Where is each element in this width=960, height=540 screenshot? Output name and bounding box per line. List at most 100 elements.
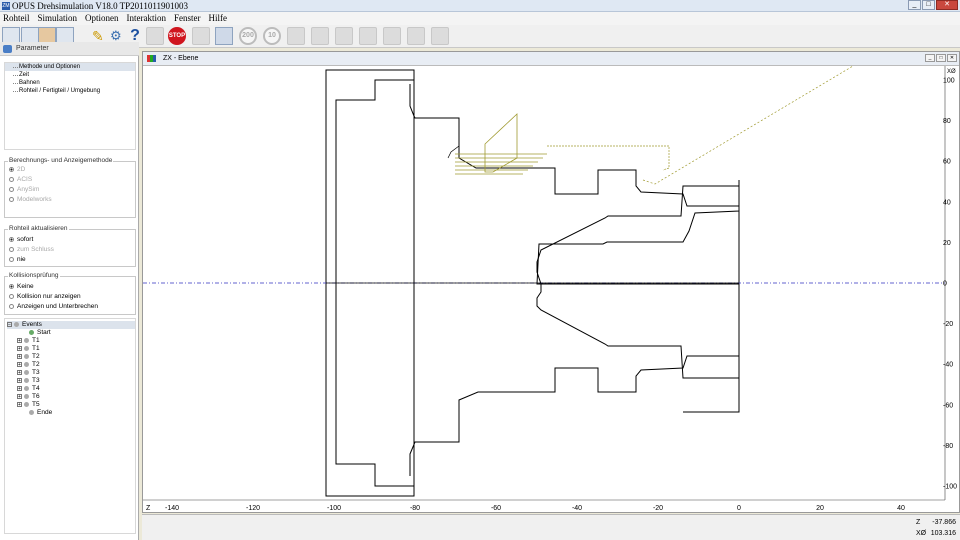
z-axis-label: Z [146, 505, 151, 512]
z-tick-label: -120 [246, 505, 260, 512]
tool-list-icon[interactable] [407, 27, 425, 45]
menu-fenster[interactable]: Fenster [174, 12, 201, 25]
method-group-title: Berechnungs- und Anzeigemethode [8, 157, 114, 164]
menu-hilfe[interactable]: Hilfe [209, 12, 228, 25]
x-tick-label: 40 [943, 199, 951, 206]
step-icon[interactable] [192, 27, 210, 45]
z-tick-label: 40 [897, 505, 905, 512]
menu-rohteil[interactable]: Rohteil [3, 12, 30, 25]
status-bar: Z -37.866 XØ 103.316 [142, 514, 960, 540]
event-t5[interactable]: + T5 [17, 401, 40, 409]
event-t1-a[interactable]: + T1 [17, 337, 40, 345]
status-x-value: 103.316 [930, 530, 956, 537]
z-tick-label: -60 [491, 505, 501, 512]
parameter-tree: Methode und Optionen Zeit Bahnen Rohteil… [4, 62, 136, 150]
z-tick-label: -100 [327, 505, 341, 512]
tool-holder-icon[interactable] [335, 27, 353, 45]
speed-200-button[interactable]: 200 [239, 27, 257, 45]
camera-icon[interactable] [215, 27, 233, 45]
retract-path [642, 66, 854, 185]
speed-10-button[interactable]: 10 [263, 27, 281, 45]
tree-item-rohteil[interactable]: Rohteil / Fertigteil / Umgebung [5, 87, 135, 95]
maximize-button[interactable]: □ [922, 0, 935, 10]
stop-button[interactable]: STOP [168, 27, 186, 45]
radio-nie[interactable]: nie [9, 255, 26, 264]
menu-bar: Rohteil Simulation Optionen Interaktion … [0, 12, 960, 25]
parameter-panel: Parameter Methode und Optionen Zeit Bahn… [0, 42, 139, 540]
panel-title: Parameter [16, 45, 49, 52]
radio-acis[interactable]: ACIS [9, 175, 32, 184]
z-tick-label: -40 [572, 505, 582, 512]
window-title: OPUS Drehsimulation V18.0 TP201101190100… [12, 1, 189, 11]
method-group: Berechnungs- und Anzeigemethode 2D ACIS … [4, 157, 136, 218]
zx-plot[interactable]: -140 -120 -100 -80 -60 -40 -20 0 20 40 Z 100 80 60 40 2… [143, 66, 959, 512]
tool-offset-icon[interactable] [383, 27, 401, 45]
tool-change-icon[interactable] [311, 27, 329, 45]
x-tick-label: -100 [943, 484, 957, 491]
parameter-icon [3, 45, 12, 53]
radio-zum-schluss[interactable]: zum Schluss [9, 245, 54, 254]
upper-part-detail [447, 118, 460, 159]
axis-ticks: -140 -120 -100 -80 -60 -40 -20 0 20 40 Z 100 80 60 40 2… [146, 69, 957, 512]
toolbar: ✎ ⚙ ? STOP 200 10 [0, 25, 960, 48]
view-title: ZX - Ebene [163, 55, 199, 62]
event-t3-a[interactable]: + T3 [17, 369, 40, 377]
collision-group-title: Kollisionsprüfung [8, 272, 60, 279]
radio-2d[interactable]: 2D [9, 165, 25, 174]
radio-anysim[interactable]: AnySim [9, 185, 39, 194]
event-t1-b[interactable]: + T1 [17, 345, 40, 353]
tool-export-icon[interactable] [431, 27, 449, 45]
app-icon: ZM [2, 2, 10, 10]
status-z-value: -37.866 [932, 519, 956, 526]
x-tick-label: -40 [943, 362, 953, 369]
x-tick-label: -60 [943, 402, 953, 409]
close-button[interactable]: ✕ [936, 0, 958, 10]
event-start[interactable]: Start [29, 329, 51, 337]
event-t3-b[interactable]: + T3 [17, 377, 40, 385]
collision-group: Kollisionsprüfung Keine Kollision nur an… [4, 272, 136, 315]
title-bar: ZM OPUS Drehsimulation V18.0 TP201101190… [0, 0, 960, 12]
tool-turret-icon[interactable] [287, 27, 305, 45]
x-tick-label: 100 [943, 78, 955, 85]
event-t2-b[interactable]: + T2 [17, 361, 40, 369]
x-tick-label: -20 [943, 321, 953, 328]
x-tick-label: 0 [943, 281, 947, 288]
rewind-icon[interactable] [146, 27, 164, 45]
tree-item-bahnen[interactable]: Bahnen [5, 79, 135, 87]
z-tick-label: -80 [410, 505, 420, 512]
radio-sofort[interactable]: sofort [9, 235, 33, 244]
status-x: XØ 103.316 [912, 528, 958, 539]
radio-kollision-anzeigen[interactable]: Kollision nur anzeigen [9, 292, 81, 301]
minimize-button[interactable]: _ [908, 0, 921, 10]
menu-simulation[interactable]: Simulation [38, 12, 78, 25]
radio-keine[interactable]: Keine [9, 282, 34, 291]
bore-contour [536, 185, 739, 379]
view-title-bar: ZX - Ebene _ □ ✕ [143, 52, 959, 66]
radio-unterbrechen[interactable]: Anzeigen und Unterbrechen [9, 302, 98, 311]
tree-item-methode[interactable]: Methode und Optionen [5, 63, 135, 71]
event-t4[interactable]: + T4 [17, 385, 40, 393]
rapid-move-box [547, 145, 670, 171]
status-z-label: Z [916, 519, 921, 526]
x-tick-label: 60 [943, 159, 951, 166]
update-group: Rohteil aktualisieren sofort zum Schluss… [4, 225, 136, 267]
events-root[interactable]: − Events [7, 321, 135, 329]
menu-optionen[interactable]: Optionen [85, 12, 119, 25]
tool-path-icon[interactable] [359, 27, 377, 45]
view-restore-button[interactable]: □ [936, 54, 946, 62]
update-group-title: Rohteil aktualisieren [8, 225, 69, 232]
radio-modelworks[interactable]: Modelworks [9, 195, 52, 204]
menu-interaktion[interactable]: Interaktion [127, 12, 167, 25]
view-close-button[interactable]: ✕ [947, 54, 957, 62]
view-minimize-button[interactable]: _ [925, 54, 935, 62]
x-tick-label: 20 [943, 240, 951, 247]
event-t6[interactable]: + T6 [17, 393, 40, 401]
panel-header: Parameter [0, 42, 139, 56]
z-tick-label: -140 [165, 505, 179, 512]
zx-view-window: ZX - Ebene _ □ ✕ -140 -120 -100 -80 -60 -40 -2… [142, 51, 960, 513]
tree-item-zeit[interactable]: Zeit [5, 71, 135, 79]
event-node-icon [14, 321, 19, 327]
event-ende[interactable]: Ende [29, 409, 52, 417]
x-axis-label: XØ [947, 69, 956, 75]
event-t2-a[interactable]: + T2 [17, 353, 40, 361]
